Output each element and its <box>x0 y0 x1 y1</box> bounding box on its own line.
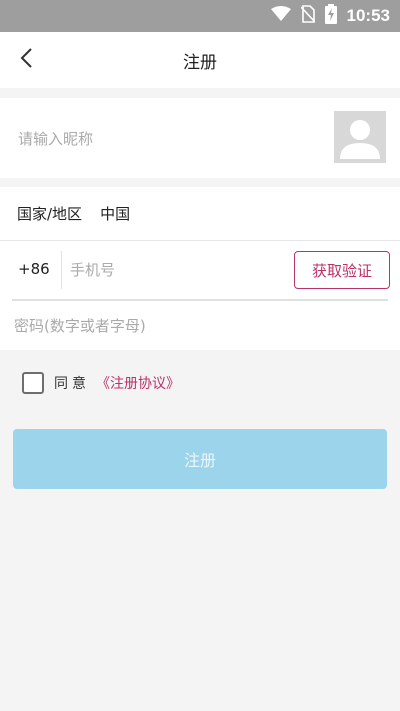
region-label: 国家/地区 <box>17 205 83 223</box>
region-value: 中国 <box>100 205 131 223</box>
avatar[interactable] <box>334 111 386 163</box>
get-code-button[interactable]: 获取验证 <box>294 251 390 289</box>
nickname-row: 请输入昵称 <box>0 98 400 178</box>
app-header: 注册 <box>0 32 400 88</box>
registration-form: 国家/地区 中国 +86 获取验证 <box>0 187 400 350</box>
chevron-left-icon <box>19 47 33 73</box>
region-selector[interactable]: 国家/地区 中国 <box>0 187 400 241</box>
status-bar: 10:53 <box>0 0 400 32</box>
status-icons: 10:53 <box>270 0 390 32</box>
password-input[interactable] <box>14 307 384 345</box>
agreement-checkbox[interactable] <box>22 372 44 394</box>
agreement-link[interactable]: 《注册协议》 <box>96 373 180 393</box>
page-title: 注册 <box>183 52 217 73</box>
agreement-row: 同意 《注册协议》 <box>22 371 180 395</box>
nickname-input[interactable]: 请输入昵称 <box>18 128 93 149</box>
phone-input[interactable] <box>70 251 280 289</box>
battery-charging-icon <box>324 4 337 28</box>
divider <box>12 299 388 301</box>
agree-label: 同意 <box>54 376 90 392</box>
status-time: 10:53 <box>346 6 390 25</box>
country-code[interactable]: +86 <box>18 260 50 278</box>
back-button[interactable] <box>10 44 42 76</box>
register-button[interactable]: 注册 <box>13 429 387 489</box>
wifi-icon <box>270 6 291 26</box>
divider <box>61 251 62 289</box>
phone-row: +86 获取验证 <box>0 241 400 299</box>
no-sim-icon <box>299 5 316 27</box>
default-avatar-icon <box>334 120 386 163</box>
